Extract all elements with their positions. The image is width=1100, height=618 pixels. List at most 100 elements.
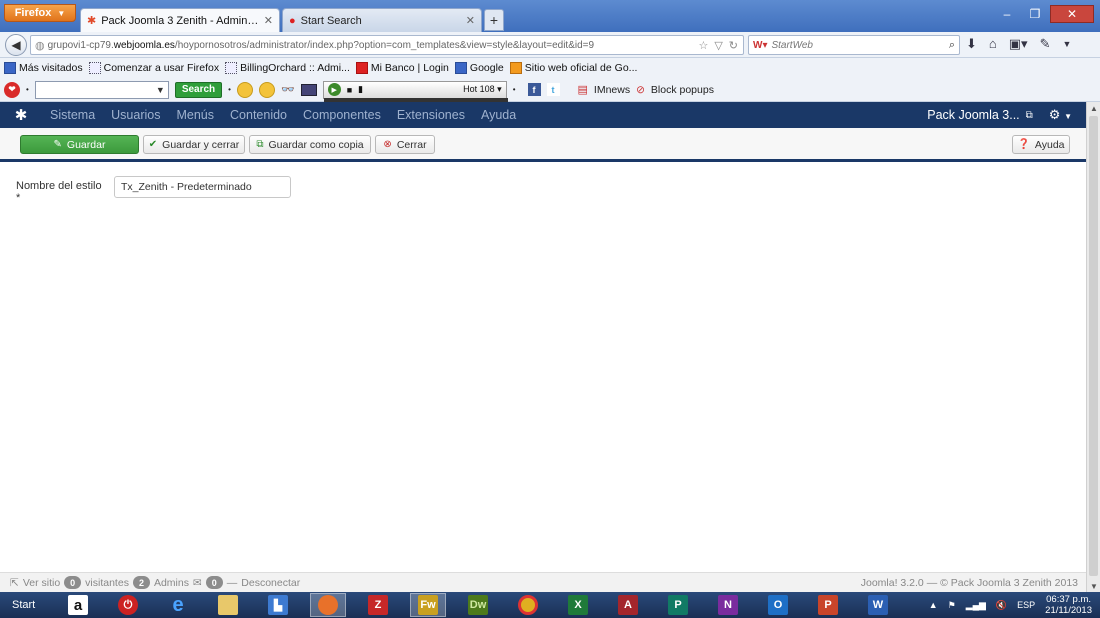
powerpoint-app-icon[interactable]: P (810, 593, 846, 617)
publisher-app-icon[interactable]: P (660, 593, 696, 617)
dreamweaver-app-icon[interactable]: Dw (460, 593, 496, 617)
history-dropdown-icon[interactable]: ▽ (714, 39, 722, 52)
nav-tools: ⬇ ⌂ ▣▾ ✎ ▼ (966, 36, 1071, 52)
monitor-icon[interactable] (300, 83, 317, 96)
start-button[interactable]: Start (0, 599, 46, 611)
new-tab-button[interactable]: + (484, 9, 504, 31)
bookmark-item[interactable]: Mi Banco | Login (355, 62, 449, 74)
home-icon[interactable]: ⌂ (989, 36, 997, 52)
excel-app-icon[interactable]: X (560, 593, 596, 617)
scroll-down-icon[interactable]: ▼ (1087, 580, 1100, 592)
scrollbar-thumb[interactable] (1089, 116, 1098, 576)
menu-ayuda[interactable]: Ayuda (473, 108, 524, 122)
bookmark-item[interactable]: Comenzar a usar Firefox (88, 62, 219, 74)
menu-usuarios[interactable]: Usuarios (103, 108, 168, 122)
menu-menus[interactable]: Menús (168, 108, 222, 122)
bookmark-star-icon[interactable]: ☆ (698, 39, 708, 52)
bookmark-item[interactable]: BillingOrchard :: Admi... (225, 62, 350, 74)
signal-icon[interactable]: ▂▄▆ (966, 600, 986, 611)
help-button[interactable]: ❓ Ayuda (1012, 135, 1070, 154)
radio-station-select[interactable]: Hot 108 ▾ (463, 84, 502, 95)
smiley-icon[interactable] (236, 81, 253, 98)
back-button[interactable]: ◀ (5, 34, 27, 56)
toolbar-search-input[interactable]: ▼ (34, 80, 169, 99)
facebook-icon[interactable]: f (527, 83, 541, 96)
toolbar-menu-dot-icon[interactable]: • (228, 85, 231, 94)
menu-contenido[interactable]: Contenido (222, 108, 295, 122)
joomla-logo-icon[interactable]: ✱ (0, 106, 42, 124)
flag-icon[interactable]: ⚑ (948, 600, 956, 611)
download-icon[interactable]: ⬇ (966, 36, 977, 52)
outlook-app-icon[interactable]: O (760, 593, 796, 617)
glasses-icon[interactable]: 👓 (281, 83, 295, 96)
power-app-icon[interactable]: ⏻ (110, 593, 146, 617)
radio-player[interactable]: ▶ ■ ▮ Hot 108 ▾ (322, 80, 508, 102)
menu-extensiones[interactable]: Extensiones (389, 108, 473, 122)
view-site-link[interactable]: Ver sitio (23, 577, 60, 589)
menu-componentes[interactable]: Componentes (295, 108, 389, 122)
close-button[interactable]: ⊗ Cerrar (375, 135, 435, 154)
window-close-icon[interactable]: ✕ (1050, 5, 1094, 23)
style-name-input[interactable]: Tx_Zenith - Predeterminado (114, 176, 291, 198)
filezilla-app-icon[interactable]: Z (360, 593, 396, 617)
stop-icon[interactable]: ■ (347, 85, 352, 95)
block-popups-button[interactable]: Block popups (651, 84, 714, 96)
clock-date: 21/11/2013 (1045, 605, 1092, 616)
tray-expand-icon[interactable]: ▲ (929, 600, 938, 610)
save-button[interactable]: ✎ Guardar (20, 135, 139, 154)
play-icon[interactable]: ▶ (327, 83, 341, 96)
tab-close-icon[interactable]: ✕ (466, 14, 475, 27)
search-icon[interactable]: ⌕ (949, 39, 955, 52)
access-app-icon[interactable]: A (610, 593, 646, 617)
internet-explorer-icon[interactable]: e (160, 593, 196, 617)
menu-sistema[interactable]: Sistema (42, 108, 103, 122)
search-engine-icon[interactable]: W▾ (753, 40, 767, 51)
firefox-app-icon[interactable] (310, 593, 346, 617)
news-icon[interactable]: ▤ (578, 83, 588, 96)
volume-icon[interactable]: ▮ (358, 84, 363, 95)
mail-icon[interactable]: ✉ (193, 577, 202, 589)
tab-start-search[interactable]: ● Start Search ✕ (282, 8, 482, 32)
firefox-menu-button[interactable]: Firefox ▼ (4, 4, 76, 22)
toolbar-search-button[interactable]: Search (174, 81, 223, 98)
search-bar[interactable]: W▾ StartWeb ⌕ (748, 35, 960, 55)
fireworks-app-icon[interactable]: Fw (410, 593, 446, 617)
language-indicator[interactable]: ESP (1017, 600, 1035, 610)
addon-menu-icon[interactable]: ▣▾ (1009, 36, 1028, 52)
bookmark-label: Google (469, 62, 504, 74)
file-explorer-icon[interactable] (210, 593, 246, 617)
tab-close-icon[interactable]: ✕ (264, 14, 273, 27)
chevron-down-icon: ▼ (57, 8, 66, 18)
onenote-app-icon[interactable]: N (710, 593, 746, 617)
twitter-icon[interactable]: t (546, 83, 560, 96)
tab-joomla-admin[interactable]: ✱ Pack Joomla 3 Zenith - Administració..… (80, 8, 280, 32)
puzzle-icon[interactable]: ✎ (1040, 36, 1051, 52)
logout-link[interactable]: Desconectar (241, 577, 300, 589)
clock[interactable]: 06:37 p.m. 21/11/2013 (1045, 594, 1092, 616)
toolbar-menu-dot-icon[interactable]: • (26, 85, 29, 94)
search-placeholder: StartWeb (771, 39, 813, 51)
chrome-app-icon[interactable] (510, 593, 546, 617)
user-settings-menu[interactable]: ⚙ ▼ (1049, 107, 1086, 123)
toolbar-logo-icon[interactable]: ❤ (4, 81, 20, 98)
folder-app-icon[interactable]: ▙ (260, 593, 296, 617)
reload-icon[interactable]: ↻ (729, 39, 738, 52)
bookmark-item[interactable]: Más visitados (4, 62, 83, 74)
word-app-icon[interactable]: W (860, 593, 896, 617)
restore-icon[interactable]: ❐ (1022, 5, 1048, 23)
scroll-up-icon[interactable]: ▲ (1087, 102, 1100, 114)
save-copy-button[interactable]: ⧉ Guardar como copia (249, 135, 371, 154)
bookmark-item[interactable]: Sitio web oficial de Go... (509, 62, 637, 74)
page-scrollbar[interactable]: ▲ ▼ (1086, 102, 1100, 592)
emoticon-icon[interactable] (258, 81, 275, 98)
site-link[interactable]: Pack Joomla 3... ⧉ (927, 108, 1049, 122)
minimize-icon[interactable]: – (994, 5, 1020, 23)
toolbar-menu-dot-icon[interactable]: • (513, 85, 516, 94)
bookmark-item[interactable]: Google (454, 62, 504, 74)
amazon-app-icon[interactable]: a (60, 593, 96, 617)
imnews-button[interactable]: IMnews (594, 84, 630, 96)
url-bar[interactable]: ◍ grupovi1-cp79. webjoomla.es/hoypornosot… (30, 35, 744, 55)
save-close-button[interactable]: ✔ Guardar y cerrar (143, 135, 245, 154)
volume-mute-icon[interactable]: 🔇 (996, 600, 1007, 611)
overflow-chevron-icon[interactable]: ▼ (1062, 39, 1071, 52)
